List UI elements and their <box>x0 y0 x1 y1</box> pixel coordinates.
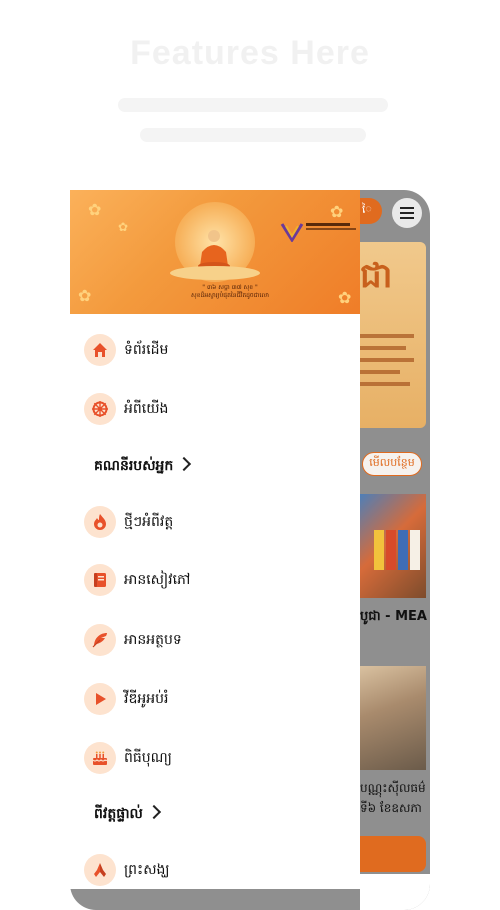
home-icon <box>93 343 107 357</box>
see-more-button[interactable]: មើលបន្ថែម <box>362 452 422 476</box>
chevron-right-icon <box>177 456 192 472</box>
organization-logo-icon <box>280 223 304 242</box>
banner-title-glyph: ជា <box>360 256 393 296</box>
menu-item-read-books[interactable]: អានសៀវភៅ <box>70 560 360 600</box>
menu-item-label: ថ្មីៗអំពីវត្ត <box>124 514 174 530</box>
leaf-decoration-icon: ✿ <box>118 220 129 234</box>
dharma-wheel-icon-container <box>84 393 116 425</box>
banner-text-line <box>360 370 400 374</box>
menu-item-read-articles[interactable]: អានអត្ថបទ <box>70 620 360 660</box>
cake-icon-container <box>84 742 116 774</box>
menu-item-monks[interactable]: ព្រះសង្ឃ <box>70 850 360 889</box>
flame-icon <box>94 514 106 530</box>
header-quote-line: សុខដ៏អស្ចារ្យបំផុតនៃជីវិតដូចជាលោ <box>191 292 269 299</box>
book-icon <box>94 573 106 587</box>
menu-item-home[interactable]: ទំព័រដើម <box>70 330 360 370</box>
leaf-decoration-icon: ✿ <box>78 286 92 305</box>
menu-item-education-videos[interactable]: វីឌីអូអប់រំ <box>70 679 360 719</box>
hamburger-icon-bar <box>400 217 414 219</box>
hamburger-icon-bar <box>400 212 414 214</box>
header-quote: " ៣៦ សប្ដា ៣៧ សុខ " សុខដ៏អស្ចារ្យបំផុតនៃ… <box>170 284 290 300</box>
banner-text-line <box>360 346 406 350</box>
news-thumbnail[interactable] <box>360 666 426 770</box>
menu-item-label: ពិធីបុណ្យ <box>124 750 172 766</box>
flag-shape <box>374 530 384 570</box>
navigation-drawer: ✿ ✿ ✿ ✿ ✿ " ៣៦ សប្ដា ៣៧ សុខ " សុខដ៏អស្ចា… <box>70 190 360 889</box>
feather-icon <box>92 633 107 648</box>
section-header-temples[interactable]: ពីវត្តផ្ទាល់ <box>94 804 161 828</box>
news-thumbnail[interactable] <box>360 494 426 598</box>
menu-item-ceremonies[interactable]: ពិធីបុណ្យ <box>70 738 360 778</box>
menu-item-label: ទំព័រដើម <box>124 342 169 358</box>
dharma-wheel-icon <box>92 401 108 417</box>
leaf-decoration-icon: ✿ <box>338 288 352 307</box>
hamburger-menu-button[interactable] <box>392 198 422 228</box>
section-header-account[interactable]: គណនីរបស់អ្នក <box>94 456 192 480</box>
menu-item-label: អានអត្ថបទ <box>124 632 182 648</box>
book-icon-container <box>84 564 116 596</box>
menu-item-about[interactable]: អំពីយើង <box>70 389 360 429</box>
logo-text-lines <box>306 223 356 230</box>
background-text-line <box>140 128 366 142</box>
cake-icon <box>92 751 108 765</box>
news-title-line: ទី៦ ខែឧសភា <box>360 801 422 815</box>
news-title[interactable]: បណ្ណុះស៊ីលធម៌ ទី៦ ខែឧសភា <box>360 778 430 818</box>
flag-shape <box>398 530 408 570</box>
banner-text-line <box>360 358 414 362</box>
praying-hands-icon-container <box>84 854 116 886</box>
menu-item-label: ព្រះសង្ឃ <box>124 862 170 878</box>
section-header-label: ពីវត្តផ្ទាល់ <box>94 806 143 822</box>
bottom-nav-bar <box>360 874 430 910</box>
flame-icon-container <box>84 506 116 538</box>
flag-shape <box>386 530 396 570</box>
home-icon-container <box>84 334 116 366</box>
banner-text-line <box>360 334 414 338</box>
menu-item-label: អានសៀវភៅ <box>124 572 191 588</box>
news-title-line: បណ្ណុះស៊ីលធម៌ <box>360 781 426 795</box>
header-quote-line: " ៣៦ សប្ដា ៣៧ សុខ " <box>202 284 258 291</box>
praying-hands-icon <box>94 863 106 877</box>
background-text-line <box>118 98 388 112</box>
menu-item-label: វីឌីអូអប់រំ <box>124 691 169 707</box>
drawer-header-banner: ✿ ✿ ✿ ✿ ✿ " ៣៦ សប្ដា ៣៧ សុខ " សុខដ៏អស្ចា… <box>70 190 360 314</box>
play-icon-container <box>84 683 116 715</box>
bottom-card[interactable] <box>360 836 426 872</box>
section-header-label: គណនីរបស់អ្នក <box>94 458 174 474</box>
play-icon <box>96 693 106 705</box>
feather-icon-container <box>84 624 116 656</box>
flag-shape <box>410 530 420 570</box>
banner-text-line <box>360 382 410 386</box>
top-action-label: ៃ <box>362 203 372 216</box>
see-more-label: មើលបន្ថែម <box>369 456 415 469</box>
background-headline: Features Here <box>130 34 370 72</box>
leaf-decoration-icon: ✿ <box>88 200 102 219</box>
leaf-decoration-icon: ✿ <box>330 202 344 221</box>
lotus-base <box>170 266 260 280</box>
chevron-right-icon <box>146 804 161 820</box>
menu-item-label: អំពីយើង <box>124 401 169 417</box>
news-title[interactable]: បូជា - MEA <box>360 608 430 627</box>
menu-item-temple-news[interactable]: ថ្មីៗអំពីវត្ត <box>70 502 360 542</box>
hamburger-icon <box>400 207 414 209</box>
featured-banner[interactable]: ជា <box>360 242 426 428</box>
